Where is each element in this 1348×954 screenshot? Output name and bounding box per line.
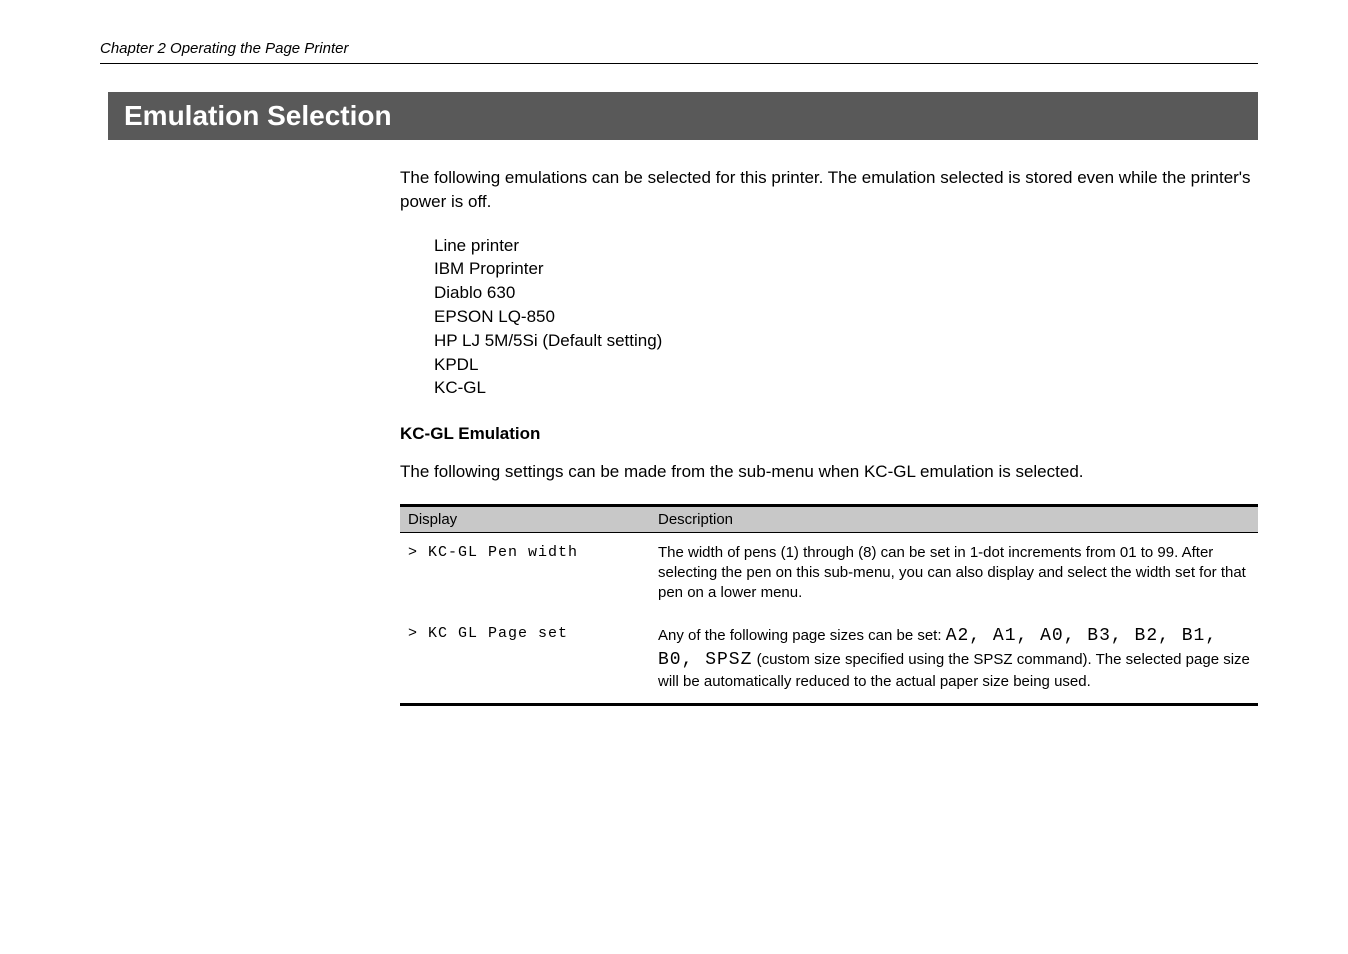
settings-table: Display Description > KC-GL Pen width Th…	[400, 504, 1258, 706]
list-item: IBM Proprinter	[434, 257, 1258, 281]
table-row: > KC-GL Pen width The width of pens (1) …	[400, 532, 1258, 613]
list-item: KC-GL	[434, 376, 1258, 400]
intro-paragraph: The following emulations can be selected…	[400, 166, 1258, 214]
table-header-description: Description	[650, 507, 1258, 533]
list-item: Line printer	[434, 234, 1258, 258]
emulation-list: Line printer IBM Proprinter Diablo 630 E…	[434, 234, 1258, 401]
list-item: Diablo 630	[434, 281, 1258, 305]
list-item: HP LJ 5M/5Si (Default setting)	[434, 329, 1258, 353]
table-header-display: Display	[400, 507, 650, 533]
description-cell: Any of the following page sizes can be s…	[650, 614, 1258, 703]
page-header: Chapter 2 Operating the Page Printer	[100, 40, 1258, 64]
sub-heading: KC-GL Emulation	[400, 424, 1258, 444]
desc-prefix: Any of the following page sizes can be s…	[658, 627, 946, 644]
content-area: The following emulations can be selected…	[400, 166, 1258, 706]
description-cell: The width of pens (1) through (8) can be…	[650, 532, 1258, 613]
table-row: > KC GL Page set Any of the following pa…	[400, 614, 1258, 703]
sub-intro-paragraph: The following settings can be made from …	[400, 460, 1258, 484]
section-title: Emulation Selection	[124, 100, 392, 131]
list-item: EPSON LQ-850	[434, 305, 1258, 329]
section-title-bar: Emulation Selection	[100, 92, 1258, 140]
chapter-line: Chapter 2 Operating the Page Printer	[100, 40, 348, 57]
display-cell: > KC-GL Pen width	[400, 532, 650, 613]
display-cell: > KC GL Page set	[400, 614, 650, 703]
list-item: KPDL	[434, 353, 1258, 377]
table-header-row: Display Description	[400, 507, 1258, 533]
